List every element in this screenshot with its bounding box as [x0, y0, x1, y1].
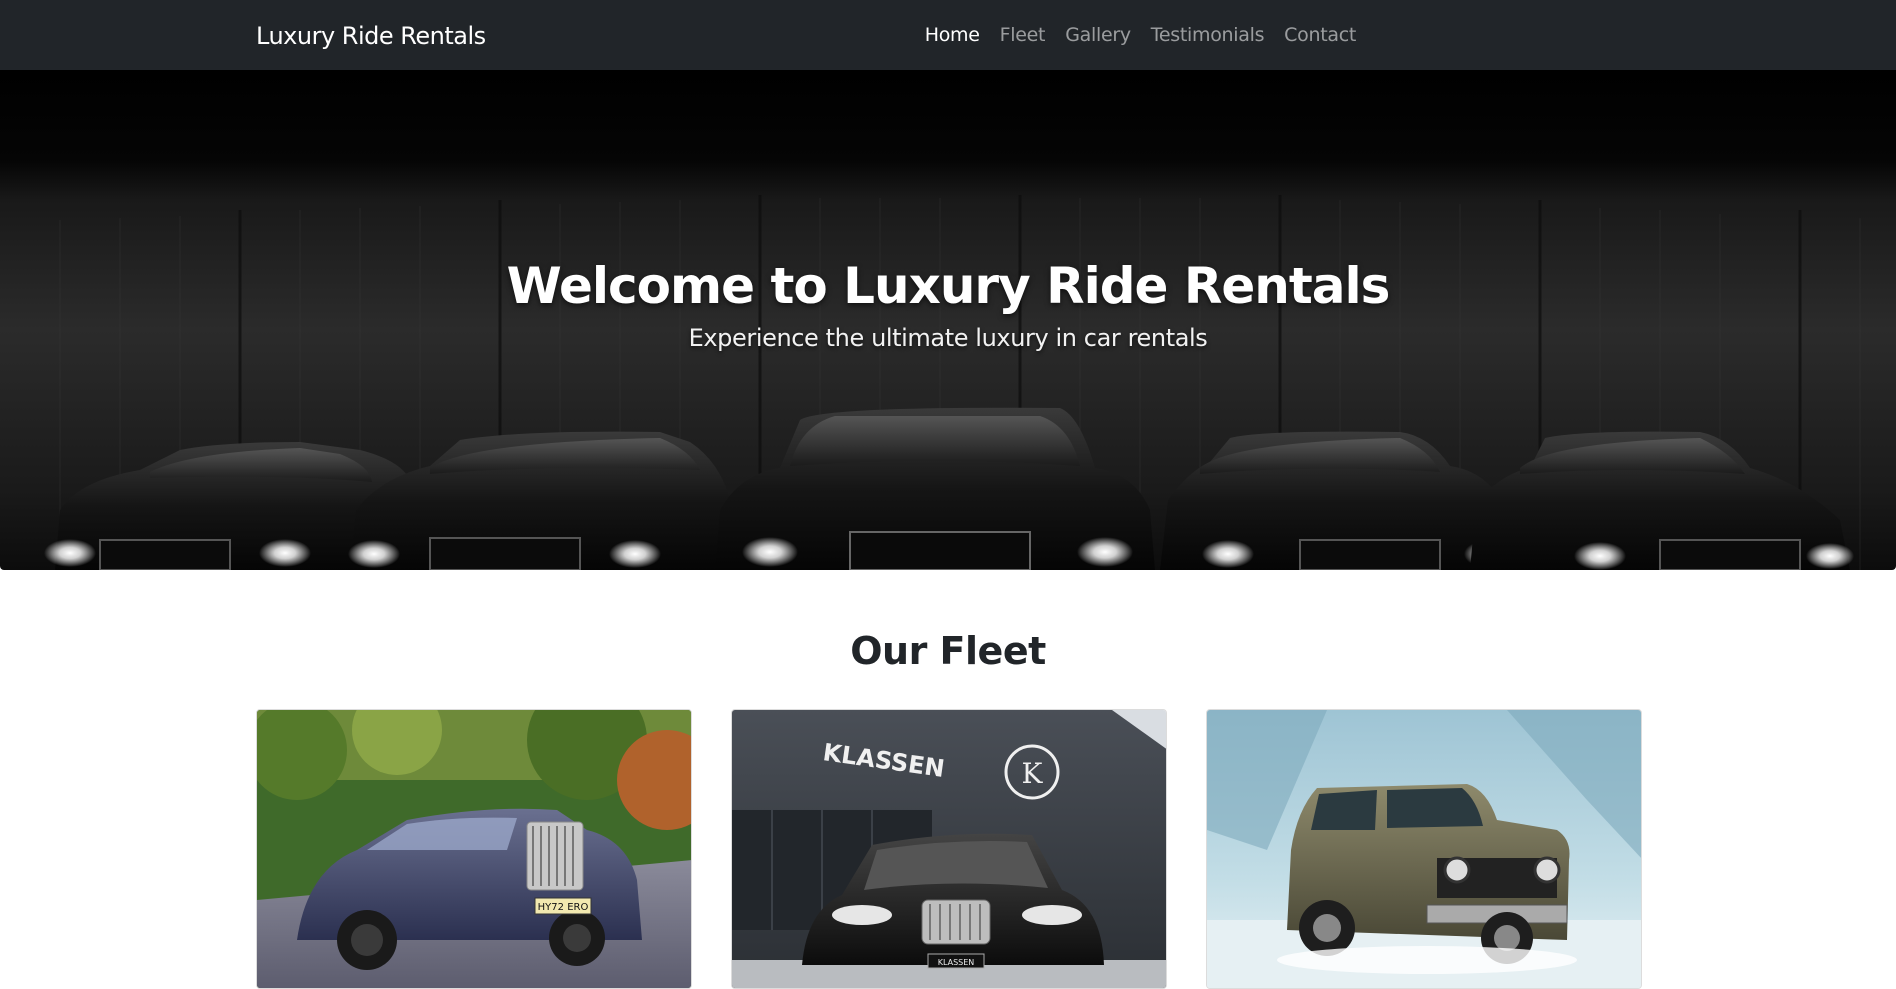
navbar-brand[interactable]: Luxury Ride Rentals: [256, 0, 486, 70]
fleet-section-title: Our Fleet: [850, 629, 1046, 673]
car-silhouette: [348, 431, 740, 570]
fleet-card[interactable]: [1206, 709, 1642, 989]
car-silhouette: [1470, 431, 1854, 570]
car-silhouette: [715, 407, 1155, 570]
fleet-card[interactable]: KLASSEN K KLASSEN: [731, 709, 1167, 989]
nav-link-gallery[interactable]: Gallery: [1055, 24, 1141, 46]
hero-subtitle: Experience the ultimate luxury in car re…: [688, 324, 1208, 352]
blue-luxury-sedan-image: HY72 ERO: [257, 710, 691, 988]
hero-content: Welcome to Luxury Ride Rentals Experienc…: [0, 256, 1896, 352]
license-plate: KLASSEN: [938, 958, 975, 967]
green-suv-snow-image: [1207, 710, 1641, 988]
hero-title: Welcome to Luxury Ride Rentals: [506, 257, 1391, 315]
nav-links: Home Fleet Gallery Testimonials Contact: [915, 0, 1366, 70]
fleet-card[interactable]: HY72 ERO: [256, 709, 692, 989]
car-silhouette: [1160, 431, 1516, 570]
svg-text:K: K: [1022, 757, 1044, 790]
nav-link-fleet[interactable]: Fleet: [990, 24, 1056, 46]
black-sedan-showroom-image: KLASSEN K KLASSEN: [732, 710, 1166, 988]
nav-link-contact[interactable]: Contact: [1274, 24, 1366, 46]
license-plate: HY72 ERO: [538, 902, 589, 913]
navbar: Luxury Ride Rentals Home Fleet Gallery T…: [0, 0, 1896, 70]
nav-link-testimonials[interactable]: Testimonials: [1141, 24, 1274, 46]
nav-link-home[interactable]: Home: [915, 24, 990, 46]
hero-banner: Welcome to Luxury Ride Rentals Experienc…: [0, 70, 1896, 570]
